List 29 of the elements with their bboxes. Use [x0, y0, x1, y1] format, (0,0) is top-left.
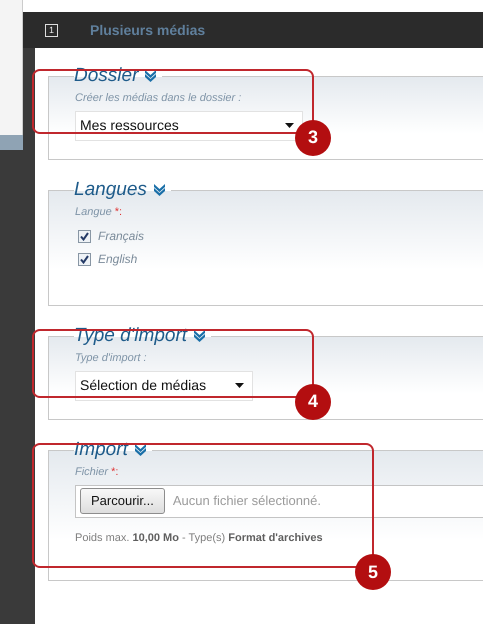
double-chevron-icon: [134, 443, 147, 457]
field-label: Créer les médias dans le dossier :: [75, 91, 242, 106]
dropdown[interactable]: Mes ressources: [75, 110, 303, 140]
section-title[interactable]: Type d'import: [74, 324, 188, 348]
double-chevron-icon: [193, 329, 206, 343]
callout-number: 3: [295, 120, 331, 156]
step-number: 1: [45, 24, 58, 36]
file-status: Aucun fichier sélectionné.: [172, 492, 322, 510]
callout-number: 5: [355, 554, 391, 590]
section-title[interactable]: Import: [74, 438, 128, 462]
panel-title: Plusieurs médias: [90, 20, 206, 40]
browse-button[interactable]: Parcourir...: [80, 488, 165, 514]
checkbox-label: Français: [98, 228, 144, 245]
field-label: Type d'import :: [75, 351, 148, 366]
callout-number: 4: [295, 384, 331, 420]
caret-icon: [235, 383, 244, 388]
caret-icon: [285, 123, 294, 128]
double-chevron-icon: [144, 69, 158, 83]
field-label: Fichier *:: [75, 465, 120, 480]
double-chevron-icon: [152, 183, 166, 197]
section-title[interactable]: Dossier: [74, 64, 138, 88]
file-hint: Poids max. 10,00 Mo - Type(s) Format d'archives: [75, 530, 324, 546]
section-title[interactable]: Langues: [74, 178, 147, 202]
checkbox[interactable]: [78, 252, 91, 266]
field-label: Langue *:: [75, 205, 124, 220]
checkbox[interactable]: [78, 230, 91, 242]
dropdown[interactable]: Sélection de médias: [75, 370, 253, 400]
side-panel-band: [0, 135, 23, 150]
checkbox-label: English: [98, 251, 138, 268]
